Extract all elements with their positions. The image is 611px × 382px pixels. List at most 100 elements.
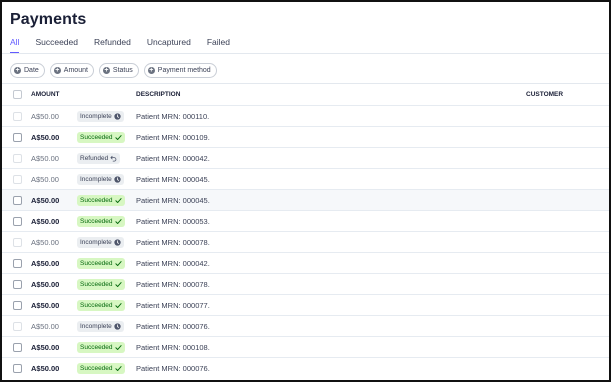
description-cell: Patient MRN: 000077. (136, 301, 210, 310)
status-badge: Refunded (77, 153, 121, 164)
amount-cell: A$50.00 (31, 280, 60, 289)
table-row[interactable]: A$50.00 Succeeded Patient MRN: 000077. (2, 294, 609, 316)
table-row[interactable]: A$50.00 Incomplete Patient MRN: 000076. (2, 315, 609, 337)
table-row[interactable]: A$50.00 Incomplete Patient MRN: 000045. (2, 168, 609, 190)
amount-cell: A$50.00 (31, 238, 59, 247)
description-cell: Patient MRN: 000045. (136, 175, 210, 184)
filter-bar: + Date + Amount + Status + Payment metho… (10, 63, 217, 78)
table-row[interactable]: A$50.00 Refunded Patient MRN: 000042. (2, 147, 609, 169)
status-label: Succeeded (80, 281, 113, 288)
tab-all[interactable]: All (10, 37, 20, 54)
status-label: Succeeded (80, 197, 113, 204)
amount-cell: A$50.00 (31, 154, 59, 163)
tab-uncaptured[interactable]: Uncaptured (147, 37, 191, 54)
status-badge: Succeeded (77, 258, 125, 269)
status-label: Incomplete (80, 323, 112, 330)
row-checkbox[interactable] (13, 301, 22, 310)
row-checkbox[interactable] (13, 133, 22, 142)
amount-cell: A$50.00 (31, 217, 60, 226)
row-checkbox[interactable] (13, 364, 22, 373)
row-checkbox[interactable] (13, 280, 22, 289)
filter-amount-label: Amount (63, 67, 88, 74)
plus-circle-icon: + (147, 67, 155, 74)
description-cell: Patient MRN: 000110. (136, 112, 210, 121)
status-label: Succeeded (80, 260, 113, 267)
status-badge: Succeeded (77, 195, 125, 206)
status-badge: Succeeded (77, 300, 125, 311)
table-header: AMOUNT DESCRIPTION CUSTOMER (2, 86, 609, 104)
status-badge: Succeeded (77, 363, 125, 374)
select-all-checkbox[interactable] (13, 90, 22, 99)
status-badge: Incomplete (77, 174, 124, 185)
row-checkbox[interactable] (13, 322, 22, 331)
filter-date-button[interactable]: + Date (10, 63, 45, 78)
check-icon (114, 134, 122, 141)
status-tabs: All Succeeded Refunded Uncaptured Failed (10, 37, 246, 54)
description-cell: Patient MRN: 000109. (136, 133, 210, 142)
filter-payment-method-button[interactable]: + Payment method (143, 63, 217, 78)
row-checkbox[interactable] (13, 175, 22, 184)
page-title: Payments (10, 11, 87, 28)
row-checkbox[interactable] (13, 154, 22, 163)
clock-icon (114, 323, 121, 330)
plus-circle-icon: + (53, 67, 61, 74)
check-icon (114, 281, 122, 288)
check-icon (114, 302, 122, 309)
column-header-customer[interactable]: CUSTOMER (526, 91, 563, 98)
row-checkbox[interactable] (13, 112, 22, 121)
table-row[interactable]: A$50.00 Succeeded Patient MRN: 000109. (2, 126, 609, 148)
tab-failed[interactable]: Failed (207, 37, 230, 54)
status-badge: Succeeded (77, 132, 125, 143)
table-row[interactable]: A$50.00 Incomplete Patient MRN: 000078. (2, 231, 609, 253)
status-label: Succeeded (80, 344, 113, 351)
status-label: Succeeded (80, 302, 113, 309)
table-row[interactable]: A$50.00 Succeeded Patient MRN: 000076. (2, 357, 609, 379)
check-icon (114, 344, 122, 351)
tabs-divider (2, 53, 609, 54)
status-label: Refunded (80, 155, 109, 162)
column-header-amount[interactable]: AMOUNT (31, 91, 60, 98)
column-header-description[interactable]: DESCRIPTION (136, 91, 180, 98)
filter-status-label: Status (112, 67, 133, 74)
check-icon (114, 197, 122, 204)
filter-amount-button[interactable]: + Amount (49, 63, 94, 78)
status-badge: Incomplete (77, 237, 124, 248)
table-row[interactable]: A$50.00 Incomplete Patient MRN: 000110. (2, 105, 609, 127)
undo-arrow-icon (110, 155, 117, 162)
amount-cell: A$50.00 (31, 196, 60, 205)
clock-icon (114, 239, 121, 246)
row-checkbox[interactable] (13, 238, 22, 247)
status-badge: Succeeded (77, 216, 125, 227)
check-icon (114, 218, 122, 225)
amount-cell: A$50.00 (31, 133, 60, 142)
status-badge: Succeeded (77, 342, 125, 353)
table-row[interactable]: A$50.00 Succeeded Patient MRN: 000045. (2, 189, 609, 211)
plus-circle-icon: + (14, 67, 21, 74)
status-label: Succeeded (80, 134, 113, 141)
row-checkbox[interactable] (13, 343, 22, 352)
status-label: Incomplete (80, 113, 112, 120)
row-checkbox[interactable] (13, 217, 22, 226)
description-cell: Patient MRN: 000076. (136, 322, 210, 331)
filter-payment-method-label: Payment method (157, 67, 211, 74)
amount-cell: A$50.00 (31, 343, 60, 352)
row-checkbox[interactable] (13, 259, 22, 268)
tab-refunded[interactable]: Refunded (94, 37, 131, 54)
table-row[interactable]: A$50.00 Succeeded Patient MRN: 000108. (2, 336, 609, 358)
filter-status-button[interactable]: + Status (98, 63, 139, 78)
amount-cell: A$50.00 (31, 175, 59, 184)
row-checkbox[interactable] (13, 196, 22, 205)
table-row[interactable]: A$50.00 Succeeded Patient MRN: 000053. (2, 210, 609, 232)
table-row[interactable]: A$50.00 Succeeded Patient MRN: 000078. (2, 273, 609, 295)
description-cell: Patient MRN: 000042. (136, 259, 210, 268)
tab-succeeded[interactable]: Succeeded (35, 37, 78, 54)
plus-circle-icon: + (102, 67, 110, 74)
payments-page: Payments All Succeeded Refunded Uncaptur… (0, 0, 611, 382)
description-cell: Patient MRN: 000042. (136, 154, 210, 163)
status-label: Incomplete (80, 239, 112, 246)
clock-icon (114, 176, 121, 183)
table-row[interactable]: A$50.00 Succeeded Patient MRN: 000042. (2, 252, 609, 274)
description-cell: Patient MRN: 000078. (136, 280, 210, 289)
description-cell: Patient MRN: 000076. (136, 364, 210, 373)
amount-cell: A$50.00 (31, 322, 59, 331)
